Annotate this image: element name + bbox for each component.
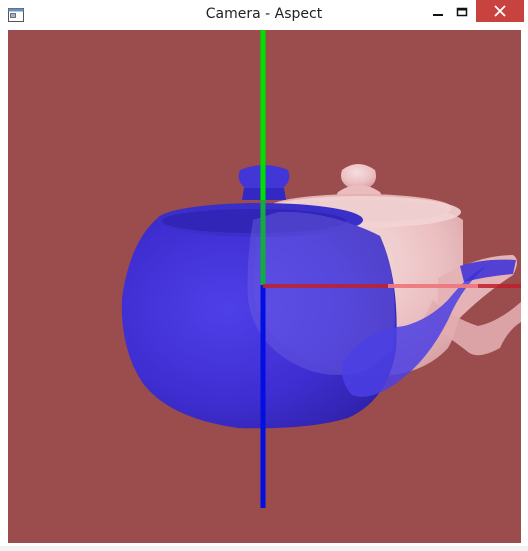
app-window: Camera - Aspect — [0, 0, 528, 551]
scene-canvas — [8, 30, 521, 543]
gl-viewport[interactable] — [8, 30, 521, 543]
maximize-icon — [456, 2, 468, 21]
window-bottom-border — [0, 546, 528, 551]
close-button[interactable] — [476, 0, 524, 22]
title-bar[interactable]: Camera - Aspect — [0, 0, 528, 30]
close-icon — [494, 2, 506, 21]
